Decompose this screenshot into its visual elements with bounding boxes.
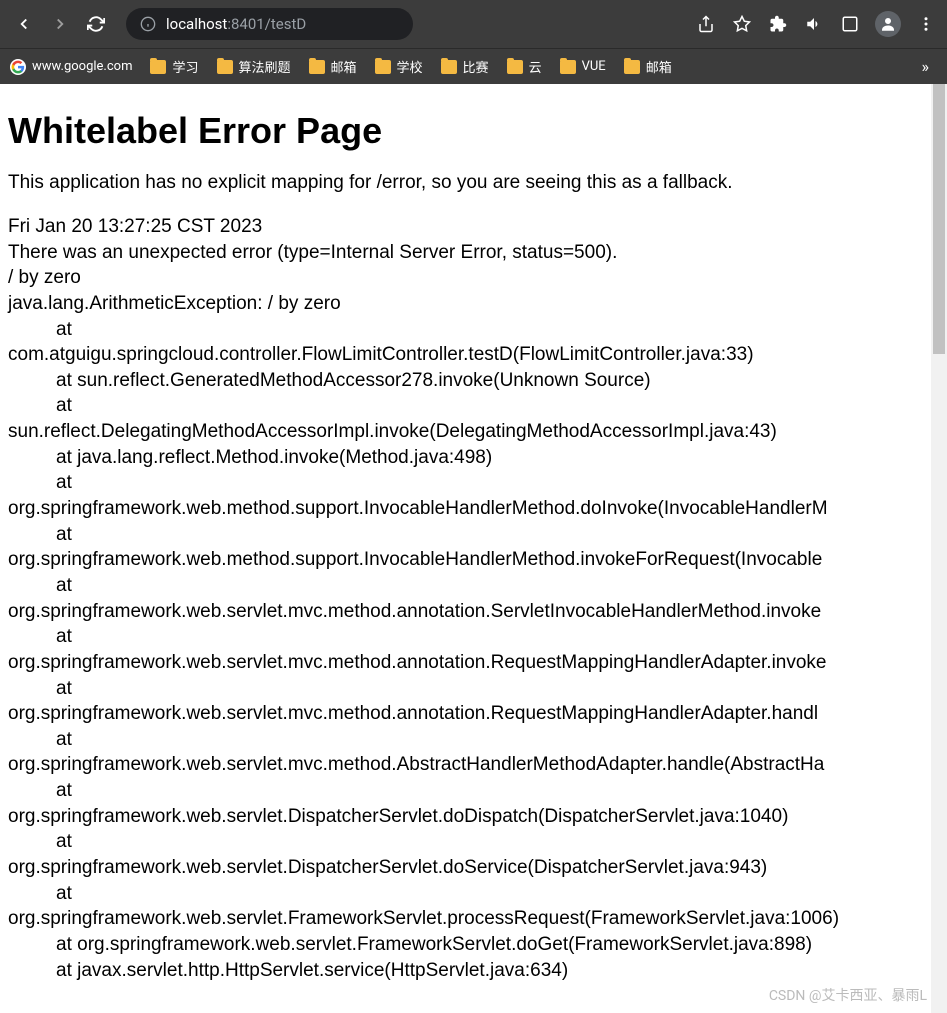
folder-icon <box>507 60 523 74</box>
bookmark-label: 算法刷题 <box>239 57 291 76</box>
extensions-icon[interactable] <box>767 13 789 35</box>
trace-line: at <box>8 881 939 907</box>
browser-toolbar: localhost:8401/testD <box>0 0 947 48</box>
trace-line: org.springframework.web.servlet.mvc.meth… <box>8 752 939 778</box>
bookmark-star-icon[interactable] <box>731 13 753 35</box>
watermark: CSDN @艾卡西亚、暴雨L <box>769 985 927 1005</box>
trace-line: at <box>8 624 939 650</box>
url-text: localhost:8401/testD <box>166 15 306 33</box>
trace-line: at javax.servlet.http.HttpServlet.servic… <box>8 958 939 984</box>
exception-line: java.lang.ArithmeticException: / by zero <box>8 291 939 317</box>
trace-line: at java.lang.reflect.Method.invoke(Metho… <box>8 445 939 471</box>
trace-line: org.springframework.web.method.support.I… <box>8 547 939 573</box>
error-timestamp: Fri Jan 20 13:27:25 CST 2023 <box>8 214 939 240</box>
trace-line: at <box>8 727 939 753</box>
trace-line: at <box>8 317 939 343</box>
trace-line: at <box>8 829 939 855</box>
back-button[interactable] <box>10 10 38 38</box>
url-host: localhost <box>166 15 227 33</box>
bookmark-item-8[interactable]: 邮箱 <box>624 57 672 76</box>
trace-line: org.springframework.web.method.support.I… <box>8 496 939 522</box>
trace-line: at org.springframework.web.servlet.Frame… <box>8 932 939 958</box>
trace-line: org.springframework.web.servlet.Dispatch… <box>8 855 939 881</box>
folder-icon <box>309 60 325 74</box>
folder-icon <box>624 60 640 74</box>
bookmark-label: 邮箱 <box>646 57 672 76</box>
scrollbar-track[interactable] <box>931 84 947 1013</box>
tab-icon[interactable] <box>839 13 861 35</box>
page-content: Whitelabel Error Page This application h… <box>0 84 947 1013</box>
bookmark-item-1[interactable]: 学习 <box>150 57 198 76</box>
bookmark-label: 比赛 <box>463 57 489 76</box>
bookmark-item-3[interactable]: 邮箱 <box>309 57 357 76</box>
address-bar[interactable]: localhost:8401/testD <box>126 8 413 40</box>
error-summary: There was an unexpected error (type=Inte… <box>8 240 939 266</box>
bookmark-item-7[interactable]: VUE <box>560 59 606 74</box>
menu-icon[interactable] <box>915 13 937 35</box>
trace-line: at <box>8 470 939 496</box>
bookmark-label: www.google.com <box>32 59 132 74</box>
bookmark-item-4[interactable]: 学校 <box>375 57 423 76</box>
error-message: / by zero <box>8 265 939 291</box>
folder-icon <box>560 60 576 74</box>
trace-line: org.springframework.web.servlet.mvc.meth… <box>8 701 939 727</box>
bookmark-item-5[interactable]: 比赛 <box>441 57 489 76</box>
forward-button[interactable] <box>46 10 74 38</box>
trace-line: at sun.reflect.GeneratedMethodAccessor27… <box>8 368 939 394</box>
trace-line: at <box>8 676 939 702</box>
google-favicon-icon <box>10 59 26 75</box>
trace-line: at <box>8 778 939 804</box>
scrollbar-thumb[interactable] <box>933 84 945 354</box>
folder-icon <box>441 60 457 74</box>
stack-trace: atcom.atguigu.springcloud.controller.Flo… <box>8 317 939 984</box>
trace-line: org.springframework.web.servlet.Framewor… <box>8 906 939 932</box>
bookmark-label: VUE <box>582 59 606 74</box>
reload-button[interactable] <box>82 10 110 38</box>
media-control-icon[interactable] <box>803 13 825 35</box>
folder-icon <box>217 60 233 74</box>
share-icon[interactable] <box>695 13 717 35</box>
trace-line: org.springframework.web.servlet.Dispatch… <box>8 804 939 830</box>
bookmark-item-0[interactable]: www.google.com <box>10 59 132 75</box>
trace-line: com.atguigu.springcloud.controller.FlowL… <box>8 342 939 368</box>
folder-icon <box>375 60 391 74</box>
bookmark-label: 云 <box>529 57 542 76</box>
trace-line: at <box>8 573 939 599</box>
site-info-icon[interactable] <box>140 16 156 32</box>
bookmark-item-2[interactable]: 算法刷题 <box>217 57 291 76</box>
bookmark-label: 学习 <box>172 57 198 76</box>
error-description: This application has no explicit mapping… <box>8 172 939 194</box>
toolbar-actions <box>695 11 937 37</box>
trace-line: at <box>8 522 939 548</box>
more-bookmarks-icon[interactable]: » <box>922 57 938 76</box>
profile-avatar[interactable] <box>875 11 901 37</box>
url-path: :8401/testD <box>227 15 306 33</box>
trace-line: at <box>8 393 939 419</box>
folder-icon <box>150 60 166 74</box>
trace-line: org.springframework.web.servlet.mvc.meth… <box>8 650 939 676</box>
bookmark-item-6[interactable]: 云 <box>507 57 542 76</box>
page-title: Whitelabel Error Page <box>8 110 939 152</box>
bookmark-label: 学校 <box>397 57 423 76</box>
trace-line: org.springframework.web.servlet.mvc.meth… <box>8 599 939 625</box>
bookmarks-bar: www.google.com 学习 算法刷题 邮箱 学校 比赛 云 VUE 邮箱 » <box>0 48 947 84</box>
bookmark-label: 邮箱 <box>331 57 357 76</box>
trace-line: sun.reflect.DelegatingMethodAccessorImpl… <box>8 419 939 445</box>
